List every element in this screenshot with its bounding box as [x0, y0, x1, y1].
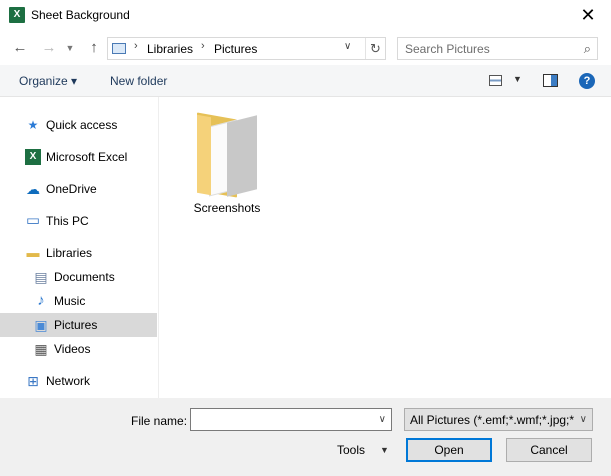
- forward-button[interactable]: →: [39, 38, 59, 58]
- video-icon: ▦: [34, 341, 48, 357]
- folder-label: Screenshots: [193, 201, 261, 215]
- sidebar-item-quick-access[interactable]: ★ Quick access: [0, 113, 157, 137]
- tools-dropdown-icon[interactable]: ▼: [380, 445, 389, 455]
- folder-icon-front: [227, 115, 257, 197]
- cloud-icon: ☁: [26, 181, 40, 197]
- file-name-input[interactable]: ∨: [190, 408, 392, 431]
- preview-pane-icon[interactable]: [543, 74, 558, 87]
- command-toolbar: Organize ▾ New folder ▼ ?: [0, 65, 611, 97]
- tools-button[interactable]: Tools: [337, 443, 365, 457]
- navigation-pane: ★ Quick access X Microsoft Excel ☁ OneDr…: [0, 97, 159, 398]
- organize-button[interactable]: Organize ▾: [19, 74, 77, 88]
- breadcrumb-libraries[interactable]: Libraries: [147, 42, 193, 56]
- sidebar-item-label: This PC: [46, 214, 89, 228]
- close-button[interactable]: ✕: [565, 0, 611, 31]
- sidebar-item-label: Pictures: [54, 318, 98, 332]
- network-icon: ⊞: [27, 373, 39, 389]
- sidebar-item-documents[interactable]: ▤ Documents: [0, 265, 157, 289]
- help-icon[interactable]: ?: [579, 73, 595, 89]
- music-icon: ♪: [37, 292, 45, 309]
- document-icon: ▤: [34, 269, 48, 285]
- libraries-location-icon: [112, 43, 126, 54]
- file-name-label: File name:: [131, 414, 188, 428]
- computer-icon: ▭: [25, 212, 41, 229]
- breadcrumb-pictures[interactable]: Pictures: [214, 42, 257, 56]
- sidebar-item-label: Music: [54, 294, 86, 308]
- open-button[interactable]: Open: [406, 438, 492, 462]
- sidebar-item-network[interactable]: ⊞ Network: [0, 369, 157, 393]
- sidebar-item-pictures[interactable]: ▣ Pictures: [0, 313, 157, 337]
- sidebar-item-label: Network: [46, 374, 91, 388]
- sidebar-item-label: Documents: [54, 270, 115, 284]
- sidebar-item-microsoft-excel[interactable]: X Microsoft Excel: [0, 145, 157, 169]
- navigation-bar: ← → ▼ ↑ › Libraries › Pictures ∨ ↻ Searc…: [0, 31, 611, 65]
- up-button[interactable]: ↑: [84, 38, 104, 58]
- excel-icon: X: [25, 149, 41, 165]
- refresh-button[interactable]: ↻: [365, 38, 385, 59]
- cancel-button[interactable]: Cancel: [506, 438, 592, 462]
- file-type-dropdown-icon[interactable]: ∨: [580, 414, 587, 425]
- picture-icon: ▣: [34, 317, 48, 333]
- dialog-footer: File name: ∨ All Pictures (*.emf;*.wmf;*…: [0, 398, 611, 476]
- recent-locations-button[interactable]: ▼: [63, 38, 77, 58]
- folder-item-screenshots[interactable]: Screenshots: [192, 112, 262, 219]
- sidebar-item-videos[interactable]: ▦ Videos: [0, 337, 157, 361]
- change-view-icon[interactable]: [489, 75, 502, 86]
- sidebar-item-label: Microsoft Excel: [46, 150, 128, 164]
- sidebar-item-this-pc[interactable]: ▭ This PC: [0, 209, 157, 233]
- folder-icon-edge: [197, 114, 211, 196]
- breadcrumb-separator[interactable]: ›: [201, 40, 205, 52]
- search-input[interactable]: Search Pictures: [405, 42, 490, 56]
- sidebar-item-music[interactable]: ♪ Music: [0, 289, 157, 313]
- sidebar-item-label: Videos: [54, 342, 91, 356]
- file-name-dropdown-icon[interactable]: ∨: [379, 414, 386, 425]
- breadcrumb-separator[interactable]: ›: [134, 40, 138, 52]
- search-icon[interactable]: ⌕: [584, 41, 591, 57]
- search-box[interactable]: Search Pictures ⌕: [397, 37, 598, 60]
- sidebar-item-label: Quick access: [46, 118, 118, 132]
- sidebar-item-label: Libraries: [46, 246, 93, 260]
- sidebar-item-onedrive[interactable]: ☁ OneDrive: [0, 177, 157, 201]
- file-type-select[interactable]: All Pictures (*.emf;*.wmf;*.jpg;* ∨: [404, 408, 593, 431]
- address-dropdown-icon[interactable]: ∨: [344, 41, 351, 52]
- file-list: Screenshots: [160, 97, 611, 398]
- back-button[interactable]: ←: [10, 38, 30, 58]
- title-bar: X Sheet Background ✕: [0, 0, 611, 31]
- libraries-icon: ▬: [26, 245, 40, 260]
- excel-app-icon: X: [9, 7, 25, 23]
- sidebar-item-label: OneDrive: [46, 182, 97, 196]
- view-options-dropdown[interactable]: ▼: [513, 74, 522, 84]
- new-folder-button[interactable]: New folder: [110, 74, 167, 88]
- address-bar[interactable]: › Libraries › Pictures ∨ ↻: [107, 37, 386, 60]
- sidebar-item-libraries[interactable]: ▬ Libraries: [0, 241, 157, 265]
- file-type-value: All Pictures (*.emf;*.wmf;*.jpg;*: [410, 413, 575, 427]
- star-icon: ★: [27, 118, 39, 132]
- window-title: Sheet Background: [31, 8, 130, 22]
